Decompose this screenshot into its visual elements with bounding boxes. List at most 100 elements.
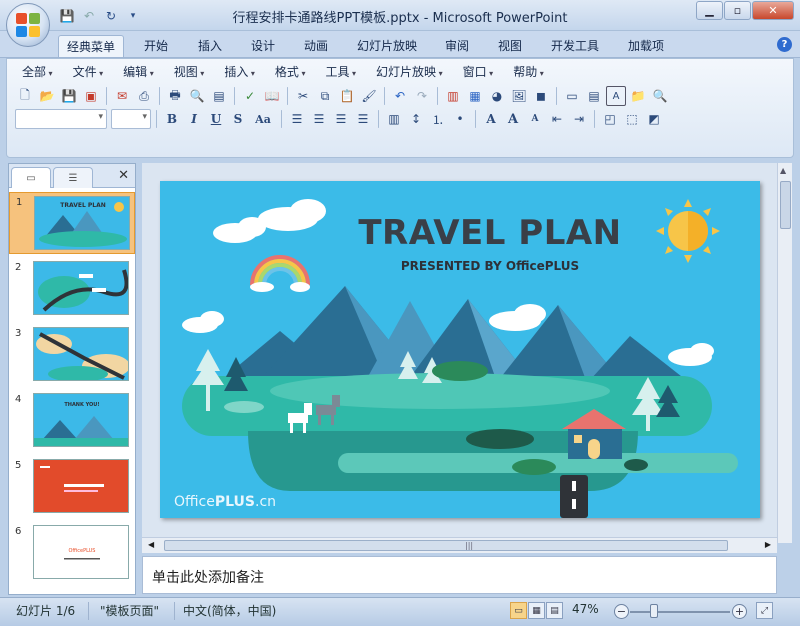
fit-window-icon[interactable]: ⤢	[756, 602, 773, 619]
office-button[interactable]	[6, 3, 50, 47]
slideshow-view-icon[interactable]: ▤	[546, 602, 563, 619]
tab-design[interactable]: 设计	[243, 35, 283, 57]
slide-thumbnail-2[interactable]: 2	[9, 258, 135, 320]
mail-icon[interactable]: ✉	[112, 86, 132, 106]
chart-icon[interactable]: ▥	[443, 86, 463, 106]
zoom-level[interactable]: 47%	[572, 602, 599, 616]
tab-classic-menu[interactable]: 经典菜单	[58, 35, 125, 57]
notes-pane[interactable]: 单击此处添加备注	[142, 556, 777, 594]
minimize-button[interactable]: ▁	[696, 1, 723, 20]
slide-thumbnail-3[interactable]: 3	[9, 324, 135, 386]
research-icon[interactable]: 📖	[262, 86, 282, 106]
columns-icon[interactable]: ▥	[384, 109, 404, 129]
font-name-combo[interactable]	[15, 109, 107, 129]
menu-all[interactable]: 全部	[15, 64, 60, 82]
menu-window[interactable]: 窗口	[456, 64, 501, 82]
quick-styles-icon[interactable]: ◩	[644, 109, 664, 129]
save-icon[interactable]: 💾	[59, 86, 79, 106]
zoom-icon[interactable]: 🔍	[650, 86, 670, 106]
vertical-scrollbar[interactable]: ▲	[777, 163, 792, 543]
grow-font-icon[interactable]: A	[503, 109, 523, 129]
menu-file[interactable]: 文件	[66, 64, 111, 82]
tab-insert[interactable]: 插入	[190, 35, 230, 57]
wordart-icon[interactable]: ◕	[487, 86, 507, 106]
zoom-slider[interactable]	[630, 611, 730, 613]
tab-animation[interactable]: 动画	[296, 35, 336, 57]
italic-button[interactable]: I	[184, 109, 204, 129]
picture-icon[interactable]: 🖼	[509, 86, 529, 106]
align-center-icon[interactable]: ☰	[309, 109, 329, 129]
tab-view[interactable]: 视图	[490, 35, 530, 57]
slide-title[interactable]: TRAVEL PLAN	[160, 213, 760, 253]
shrink-font-icon[interactable]: A	[525, 109, 545, 129]
menu-edit[interactable]: 编辑	[116, 64, 161, 82]
zoom-slider-knob[interactable]	[650, 604, 658, 618]
zoom-out-icon[interactable]: −	[614, 604, 629, 619]
menu-view[interactable]: 视图	[167, 64, 212, 82]
current-slide[interactable]: TRAVEL PLAN PRESENTED BY OfficePLUS Offi…	[160, 181, 760, 518]
scroll-up-icon[interactable]: ▲	[780, 166, 786, 175]
zoom-in-icon[interactable]: +	[732, 604, 747, 619]
undo-icon[interactable]: ↶	[390, 86, 410, 106]
decrease-indent-icon[interactable]: ⇤	[547, 109, 567, 129]
tab-developer[interactable]: 开发工具	[543, 35, 607, 57]
redo-icon[interactable]: ↷	[412, 86, 432, 106]
print-preview-icon[interactable]: 🔍	[187, 86, 207, 106]
menu-insert[interactable]: 插入	[217, 64, 262, 82]
paste-icon[interactable]: 📋	[337, 86, 357, 106]
folder-icon[interactable]: 📁	[628, 86, 648, 106]
outline-tab[interactable]: ☰	[53, 167, 93, 188]
underline-button[interactable]: U	[206, 109, 226, 129]
open-icon[interactable]: 📂	[37, 86, 57, 106]
menu-format[interactable]: 格式	[268, 64, 313, 82]
align-left-icon[interactable]: ☰	[287, 109, 307, 129]
change-case-button[interactable]: Aa	[250, 109, 276, 129]
slide-thumbnail-1[interactable]: 1 TRAVEL PLAN	[9, 192, 135, 254]
table-icon[interactable]: ▦	[465, 86, 485, 106]
menu-help[interactable]: 帮助	[506, 64, 551, 82]
slide-thumbnail-5[interactable]: 5	[9, 456, 135, 518]
scroll-left-icon[interactable]: ◀	[148, 540, 154, 549]
color-icon[interactable]: ◼	[531, 86, 551, 106]
horizontal-scrollbar[interactable]: ◀ ||| ▶	[142, 537, 777, 553]
cut-icon[interactable]: ✂	[293, 86, 313, 106]
shapes-icon[interactable]: ◰	[600, 109, 620, 129]
menu-tools[interactable]: 工具	[318, 64, 363, 82]
spelling-icon[interactable]: ✓	[240, 86, 260, 106]
arrange-icon[interactable]: ⬚	[622, 109, 642, 129]
menu-slideshow[interactable]: 幻灯片放映	[369, 64, 450, 82]
publish-icon[interactable]: ⎙	[134, 86, 154, 106]
numbering-icon[interactable]: ⒈	[428, 109, 448, 129]
slide-editing-area[interactable]: TRAVEL PLAN PRESENTED BY OfficePLUS Offi…	[142, 163, 777, 543]
increase-indent-icon[interactable]: ⇥	[569, 109, 589, 129]
scroll-thumb[interactable]: |||	[164, 540, 728, 551]
align-right-icon[interactable]: ☰	[331, 109, 351, 129]
bold-button[interactable]: B	[162, 109, 182, 129]
scroll-right-icon[interactable]: ▶	[765, 540, 771, 549]
layout-icon[interactable]: ▤	[584, 86, 604, 106]
justify-icon[interactable]: ☰	[353, 109, 373, 129]
slide-sorter-icon[interactable]: ▦	[528, 602, 545, 619]
tab-addins[interactable]: 加载项	[620, 35, 672, 57]
shadow-button[interactable]: S	[228, 109, 248, 129]
tab-home[interactable]: 开始	[136, 35, 176, 57]
bullets-icon[interactable]: •	[450, 109, 470, 129]
copy-icon[interactable]: ⧉	[315, 86, 335, 106]
font-color-icon[interactable]: A	[481, 109, 501, 129]
language-indicator[interactable]: 中文(简体，中国)	[183, 602, 276, 619]
notes-placeholder[interactable]: 单击此处添加备注	[152, 567, 264, 587]
close-panel-icon[interactable]: ✕	[118, 168, 129, 183]
line-spacing-icon[interactable]: ↕	[406, 109, 426, 129]
slide-subtitle[interactable]: PRESENTED BY OfficePLUS	[160, 259, 760, 273]
textbox-icon[interactable]: A	[606, 86, 626, 106]
print-icon[interactable]: 🖶	[165, 86, 185, 106]
normal-view-icon[interactable]: ▭	[510, 602, 527, 619]
format-painter-icon[interactable]: 🖌	[359, 86, 379, 106]
slide-thumbnail-4[interactable]: 4 THANK YOU!	[9, 390, 135, 452]
permission-icon[interactable]: ▣	[81, 86, 101, 106]
tab-review[interactable]: 审阅	[437, 35, 477, 57]
new-icon[interactable]: 🗋	[15, 86, 35, 106]
help-icon[interactable]: ?	[777, 37, 792, 52]
slide-thumbnail-6[interactable]: 6 OfficePLUS	[9, 522, 135, 584]
slides-tab[interactable]: ▭	[11, 167, 51, 188]
